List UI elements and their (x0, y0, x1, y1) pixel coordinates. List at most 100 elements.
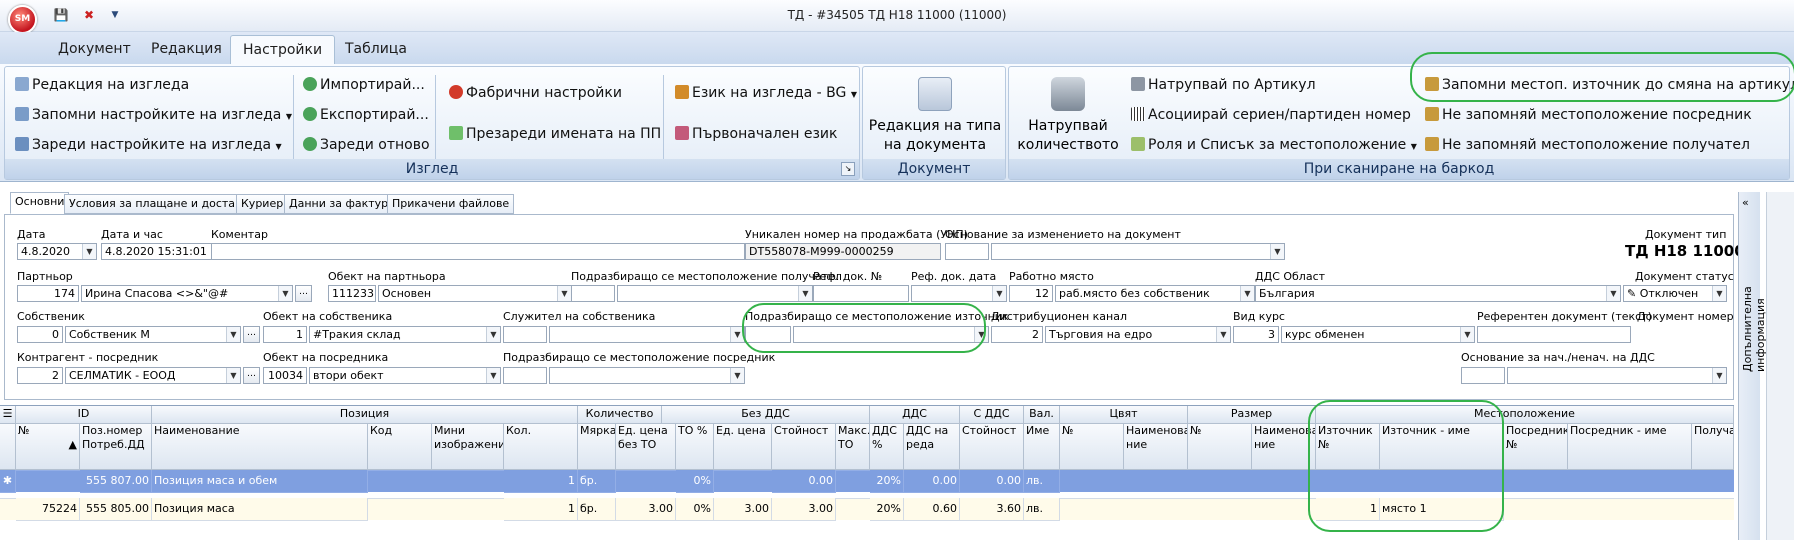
col-value[interactable]: Стойност (772, 424, 836, 470)
rate-type-field[interactable]: курс обменен (1281, 326, 1475, 343)
owner-object-dropdown-icon[interactable]: ▼ (486, 327, 500, 342)
tab-table[interactable]: Таблица (333, 35, 419, 64)
datetime-field[interactable]: 4.8.2020 15:31:01 (101, 243, 213, 260)
receiver-location-id-field[interactable] (571, 285, 615, 302)
col-discount-pct[interactable]: ТО % (676, 424, 714, 470)
tab-payment-delivery[interactable]: Условия за плащане и доставка (64, 194, 260, 214)
tab-settings[interactable]: Настройки (230, 35, 336, 64)
partner-object-dropdown-icon[interactable]: ▼ (557, 286, 571, 301)
ref-doc-no-field[interactable] (813, 285, 909, 302)
grid-corner[interactable]: ☰ (0, 406, 16, 424)
edit-view-button[interactable]: Редакция на изгледа (15, 76, 189, 94)
intermediary-object-field[interactable]: втори обект (309, 367, 501, 384)
vat-reason-code-field[interactable] (1461, 367, 1505, 384)
partner-browse-button[interactable]: … (295, 285, 312, 302)
rate-type-dropdown-icon[interactable]: ▼ (1460, 327, 1474, 342)
workplace-field[interactable]: раб.място без собственик (1055, 285, 1255, 302)
factory-settings-button[interactable]: Фабрични настройки (449, 84, 622, 102)
date-dropdown-icon[interactable]: ▼ (82, 244, 96, 259)
comment-field[interactable] (211, 243, 745, 260)
export-button[interactable]: Експортирай... (303, 106, 429, 124)
distribution-channel-field[interactable]: Търговия на едро (1045, 326, 1231, 343)
unp-field[interactable]: DT558078-M999-0000259 (745, 243, 941, 260)
owner-employee-field[interactable] (549, 326, 745, 343)
collapse-panel-icon[interactable]: « (1742, 196, 1749, 209)
load-view-button[interactable]: Зареди настройките на изгледа ▼ (15, 136, 282, 156)
col-intermediary-no[interactable]: Посредник № (1504, 424, 1568, 470)
status-dropdown-icon[interactable]: ▼ (1712, 286, 1726, 301)
intermediary-id-field[interactable]: 2 (17, 367, 63, 384)
vat-reason-field[interactable] (1507, 367, 1727, 384)
col-code[interactable]: Код (368, 424, 432, 470)
owner-employee-id-field[interactable] (503, 326, 547, 343)
vat-region-field[interactable]: България (1255, 285, 1621, 302)
col-unit-price-no-discount[interactable]: Ед. цена без ТО (616, 424, 676, 470)
partner-dropdown-icon[interactable]: ▼ (278, 286, 292, 301)
workplace-dropdown-icon[interactable]: ▼ (1240, 286, 1254, 301)
intermediary-object-id-field[interactable]: 10034 (263, 367, 307, 384)
tab-document[interactable]: Документ (46, 35, 143, 64)
reload-button[interactable]: Зареди отново (303, 136, 430, 154)
import-button[interactable]: Импортирай... (303, 76, 425, 94)
reason-field[interactable] (991, 243, 1285, 260)
col-unit-price[interactable]: Ед. цена (714, 424, 772, 470)
accumulate-qty-button[interactable]: Натрупвай количеството (1015, 77, 1121, 155)
intermediary-location-id-field[interactable] (503, 367, 547, 384)
partner-field[interactable]: Ирина Спасова <>&"@# (81, 285, 293, 302)
col-vat-row[interactable]: ДДС на реда (904, 424, 960, 470)
receiver-location-field[interactable] (617, 285, 813, 302)
col-color-name[interactable]: Наименова ние (1124, 424, 1188, 470)
owner-object-id-field[interactable]: 1 (263, 326, 307, 343)
partner-id-field[interactable]: 174 (17, 285, 79, 302)
owner-object-field[interactable]: #Тракия склад (309, 326, 501, 343)
role-location-list-button[interactable]: Роля и Списък за местоположение ▼ (1131, 136, 1417, 156)
intermediary-field[interactable]: СЕЛМАТИК - ЕООД (65, 367, 241, 384)
intermediary-browse-button[interactable]: … (243, 367, 260, 384)
no-remember-receiver-button[interactable]: Не запомняй местоположение получател (1425, 136, 1750, 154)
associate-serial-button[interactable]: Асоциирай сериен/партиден номер (1131, 106, 1411, 124)
col-color-no[interactable]: № (1060, 424, 1124, 470)
col-value-with-vat[interactable]: Стойност (960, 424, 1024, 470)
col-unit[interactable]: Мярка (578, 424, 616, 470)
vat-reason-dropdown-icon[interactable]: ▼ (1712, 368, 1726, 383)
save-view-button[interactable]: Запомни настройките на изгледа ▼ (15, 106, 292, 126)
vat-region-dropdown-icon[interactable]: ▼ (1606, 286, 1620, 301)
tab-invoice-data[interactable]: Данни за фактура (284, 194, 400, 214)
col-mini-image[interactable]: Миниизображение (432, 424, 504, 470)
owner-dropdown-icon[interactable]: ▼ (226, 327, 240, 342)
tab-attachments[interactable]: Прикачени файлове (387, 194, 515, 214)
col-qty[interactable]: Кол. (504, 424, 578, 470)
distribution-channel-dropdown-icon[interactable]: ▼ (1216, 327, 1230, 342)
col-size-name[interactable]: Наименова ние (1252, 424, 1316, 470)
col-vat-pct[interactable]: ДДС% (870, 424, 904, 470)
partner-object-field[interactable]: Основен (378, 285, 572, 302)
workplace-id-field[interactable]: 12 (1009, 285, 1053, 302)
owner-browse-button[interactable]: … (243, 326, 260, 343)
col-no[interactable]: № ▲ (16, 424, 80, 470)
edit-doc-type-button[interactable]: Редакция на типа на документа (863, 77, 1007, 155)
intermediary-object-dropdown-icon[interactable]: ▼ (486, 368, 500, 383)
intermediary-location-field[interactable] (549, 367, 745, 384)
ref-text-field[interactable] (1477, 326, 1631, 343)
tab-courier[interactable]: Куриер (236, 194, 289, 214)
ref-date-dropdown-icon[interactable]: ▼ (992, 286, 1006, 301)
owner-field[interactable]: Собственик М (65, 326, 241, 343)
group-launcher-icon[interactable]: ↘ (841, 162, 855, 176)
tab-basic[interactable]: Основни (10, 192, 70, 214)
owner-id-field[interactable]: 0 (17, 326, 63, 343)
intermediary-location-dropdown-icon[interactable]: ▼ (730, 368, 744, 383)
initial-language-button[interactable]: Първоначален език (675, 125, 837, 143)
no-remember-intermediary-button[interactable]: Не запомняй местоположение посредник (1425, 106, 1752, 124)
distribution-channel-id-field[interactable]: 2 (991, 326, 1043, 343)
view-language-button[interactable]: Език на изгледа - BG ▼ (675, 84, 857, 104)
col-currency-name[interactable]: Име (1024, 424, 1060, 470)
col-max-discount[interactable]: Макс. ТО (836, 424, 870, 470)
additional-info-panel[interactable]: « Допълнителна информация (1738, 192, 1767, 540)
partner-object-id-field[interactable]: 111233 (328, 285, 376, 302)
rate-type-id-field[interactable]: 3 (1233, 326, 1279, 343)
col-intermediary-name[interactable]: Посредник - име (1568, 424, 1692, 470)
tab-edit[interactable]: Редакция (139, 35, 234, 64)
accumulate-by-article-button[interactable]: Натрупвай по Артикул (1131, 76, 1316, 94)
reload-names-button[interactable]: Презареди имената на ПП (449, 125, 661, 143)
col-size-no[interactable]: № (1188, 424, 1252, 470)
